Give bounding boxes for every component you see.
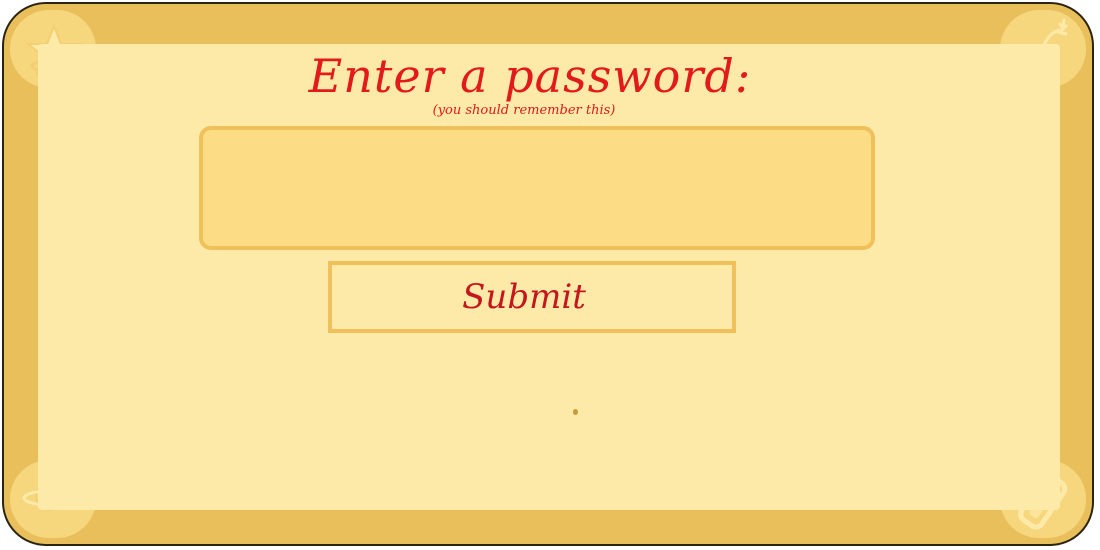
submit-button[interactable]: Submit [328, 261, 736, 333]
dialog-title-text: Enter a password: [308, 49, 752, 103]
password-input[interactable] [199, 126, 875, 250]
dialog-title: Enter a password: [0, 46, 1100, 106]
dialog-subtitle-text: (you should remember this) [432, 103, 616, 118]
submit-button-label: Submit [462, 277, 586, 317]
decorative-speck [573, 409, 578, 415]
dialog-subtitle: (you should remember this) [0, 102, 1100, 120]
